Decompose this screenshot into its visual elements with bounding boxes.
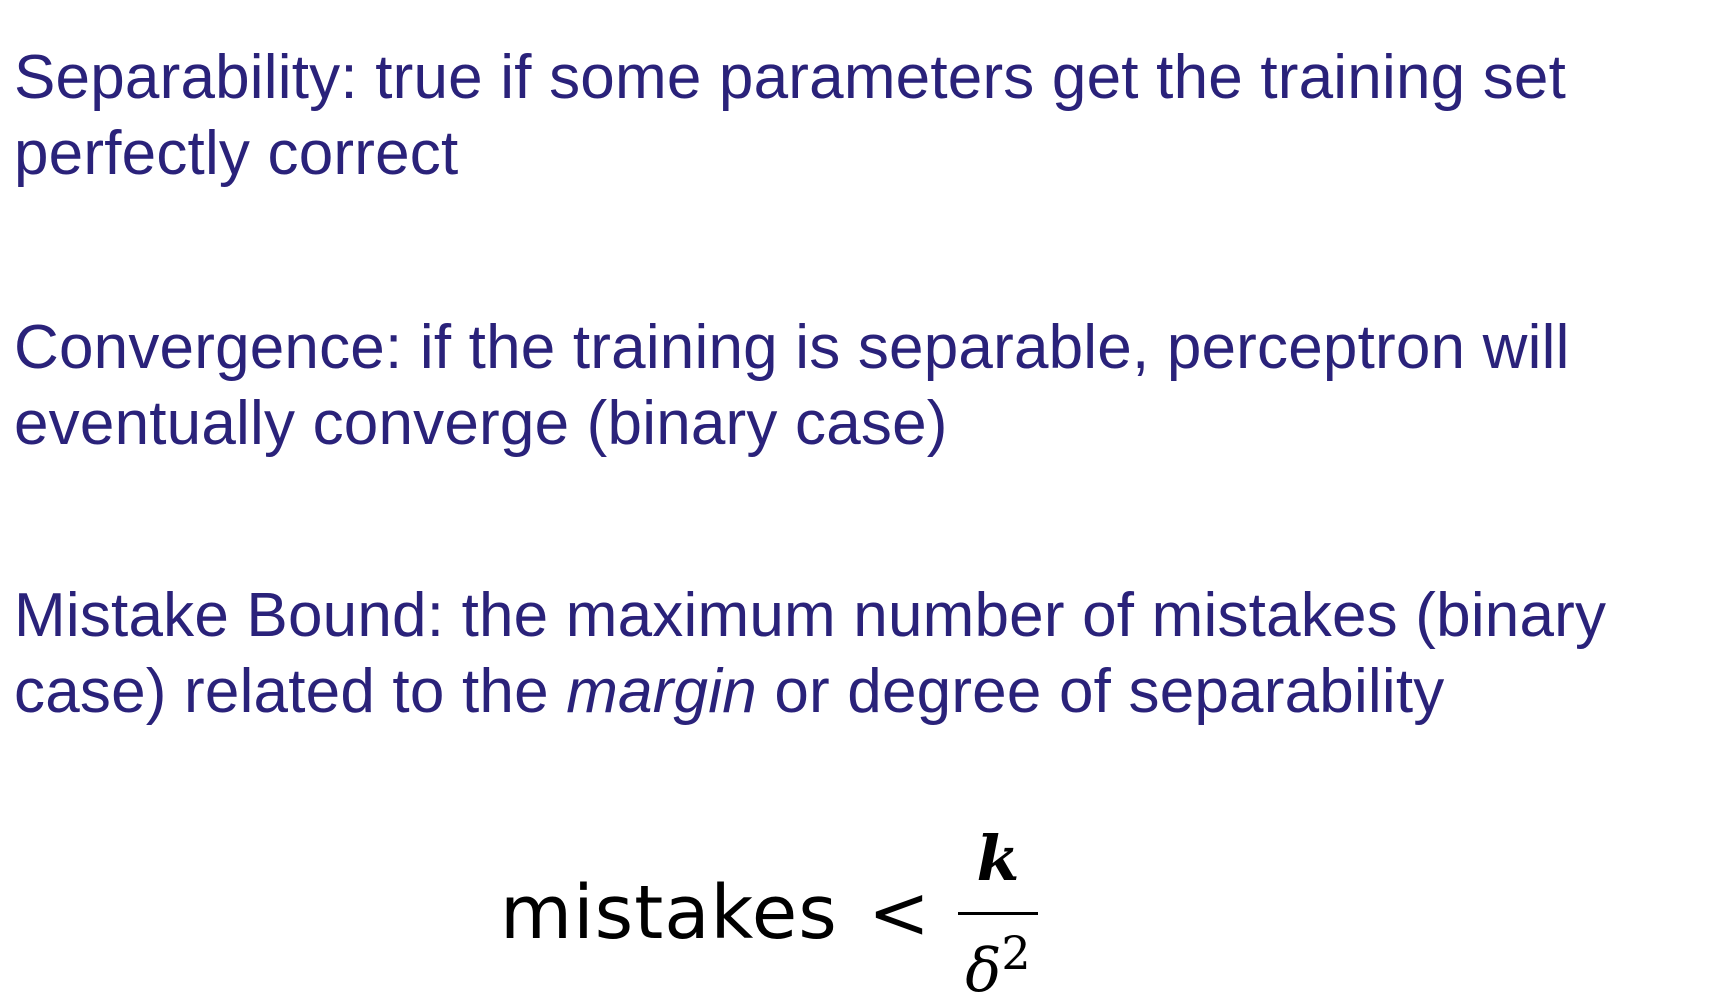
convergence-line-2: eventually converge (binary case) — [14, 389, 948, 458]
mistake-bound-formula: mistakes < k δ2 — [500, 820, 1060, 1006]
separability-line-1: Separability: true if some parameters ge… — [14, 43, 1567, 112]
convergence-definition: Convergence: if the training is separabl… — [14, 310, 1570, 462]
mistake-bound-line-1: Mistake Bound: the maximum number of mis… — [14, 581, 1607, 650]
denominator-base: δ — [965, 936, 1002, 1006]
mistake-bound-line-2-start: case) related to the — [14, 657, 567, 726]
formula-lhs: mistakes — [500, 870, 838, 956]
slide: Separability: true if some parameters ge… — [0, 0, 1734, 1006]
fraction-bar — [958, 912, 1038, 915]
formula-relation: < — [868, 870, 931, 956]
formula-numerator: k — [976, 822, 1020, 895]
separability-definition: Separability: true if some parameters ge… — [14, 40, 1566, 192]
formula-fraction: k δ2 — [950, 820, 1046, 1006]
mistake-bound-line-2-end: or degree of separability — [756, 657, 1445, 726]
separability-line-2: perfectly correct — [14, 119, 459, 188]
denominator-exponent: 2 — [1001, 926, 1031, 980]
margin-emphasis: margin — [566, 657, 757, 726]
convergence-line-1: Convergence: if the training is separabl… — [14, 313, 1570, 382]
formula-denominator: δ2 — [950, 918, 1046, 1006]
mistake-bound-definition: Mistake Bound: the maximum number of mis… — [14, 578, 1606, 730]
